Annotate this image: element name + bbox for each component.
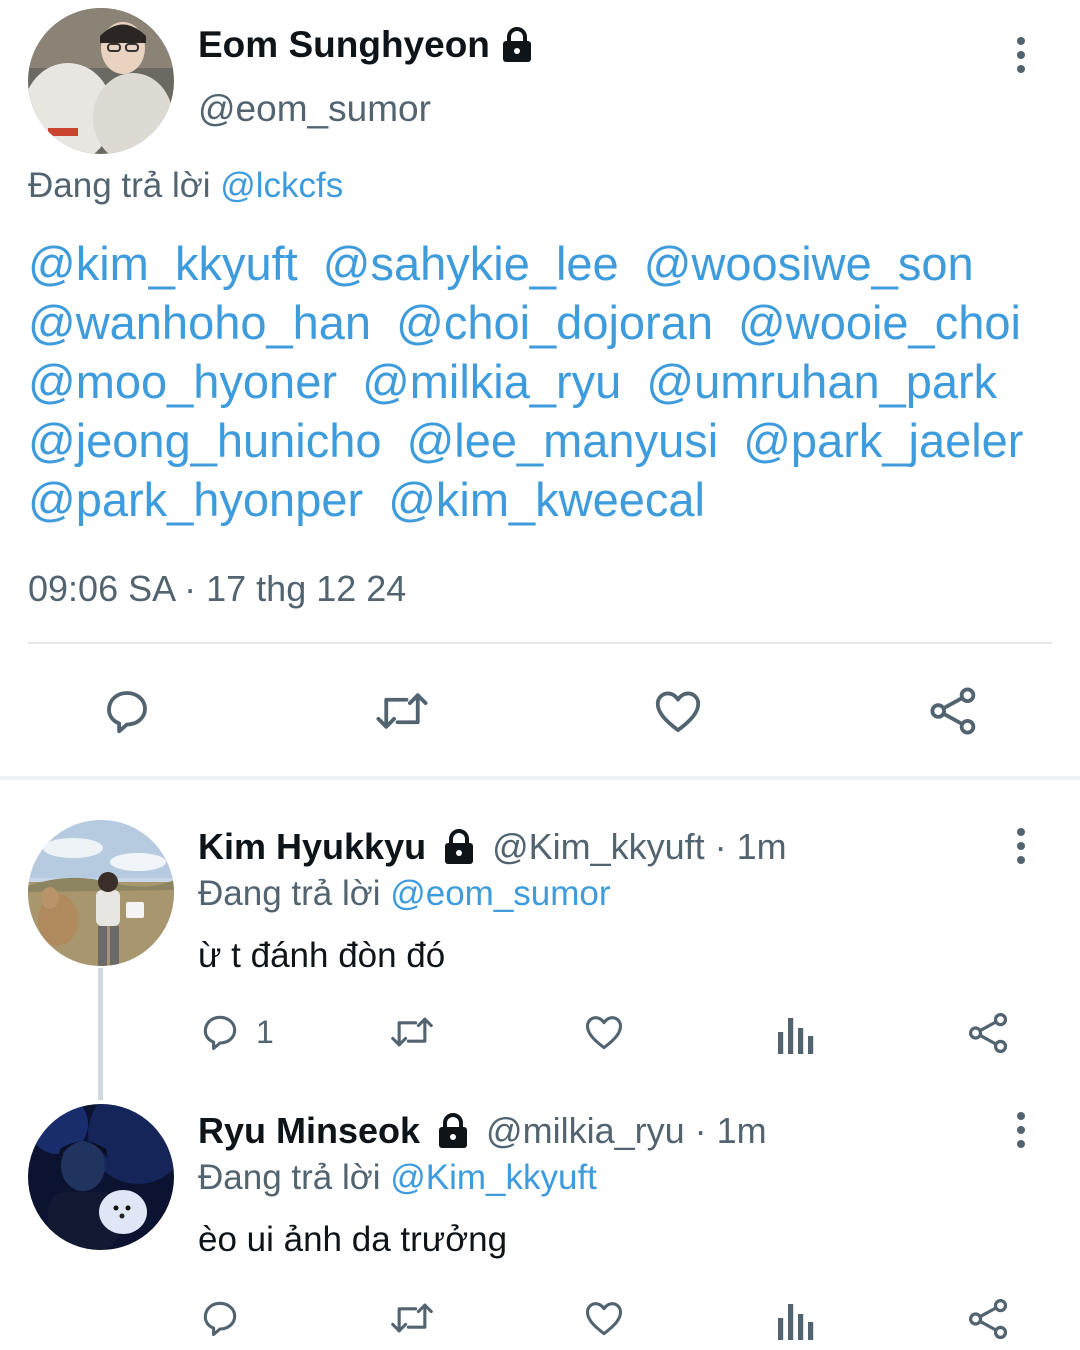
- mention-link[interactable]: @park_hyonper: [28, 473, 363, 526]
- mention-link[interactable]: @lee_manyusi: [407, 414, 719, 467]
- reply-time[interactable]: · 1m: [695, 1110, 767, 1152]
- mention-link[interactable]: @kim_kkyuft: [28, 237, 298, 290]
- mention-link[interactable]: @choi_dojoran: [396, 296, 713, 349]
- mention-link[interactable]: @woosiwe_son: [644, 237, 974, 290]
- mention-link[interactable]: @wanhoho_han: [28, 296, 371, 349]
- reply-text: èo ui ảnh da trưởng: [198, 1220, 508, 1259]
- more-options-icon[interactable]: [1006, 821, 1036, 871]
- avatar-kim-hyukkyu[interactable]: [28, 820, 174, 966]
- reply-text: ừ t đánh đòn đó: [198, 936, 446, 975]
- more-options-icon[interactable]: [1006, 30, 1036, 80]
- reply-author-handle[interactable]: @Kim_kkyuft: [492, 826, 705, 868]
- tweet-timestamp[interactable]: 09:06 SA · 17 thg 12 24: [28, 568, 406, 610]
- mention-link[interactable]: @jeong_hunicho: [28, 414, 382, 467]
- mention-link[interactable]: @kim_kweecal: [388, 473, 705, 526]
- mention-link[interactable]: @sahykie_lee: [323, 237, 619, 290]
- reply-icon[interactable]: 1: [198, 1010, 274, 1054]
- replying-prefix: Đang trả lời: [28, 166, 211, 205]
- reply-author-name[interactable]: Kim Hyukkyu: [198, 826, 426, 868]
- views-icon[interactable]: [776, 1298, 816, 1342]
- reply-author-name[interactable]: Ryu Minseok: [198, 1110, 420, 1152]
- mention-link[interactable]: @wooie_choi: [738, 296, 1021, 349]
- like-icon[interactable]: [582, 1010, 626, 1054]
- mention-link[interactable]: @park_jaeler: [743, 414, 1023, 467]
- reply-header: Kim Hyukkyu @Kim_kkyuft · 1m: [198, 826, 787, 868]
- retweet-icon[interactable]: [388, 1010, 436, 1054]
- lock-icon: [500, 27, 534, 63]
- views-icon[interactable]: [776, 1012, 816, 1056]
- replying-prefix: Đang trả lời: [198, 1158, 381, 1197]
- like-icon[interactable]: [650, 684, 706, 738]
- author-name[interactable]: Eom Sunghyeon: [198, 24, 534, 66]
- author-handle[interactable]: @eom_sumor: [198, 88, 431, 130]
- retweet-icon[interactable]: [388, 1296, 436, 1340]
- more-options-icon[interactable]: [1006, 1105, 1036, 1155]
- reply-author-handle[interactable]: @milkia_ryu: [486, 1110, 685, 1152]
- replying-to: Đang trả lời @Kim_kkyuft: [198, 1158, 597, 1198]
- reply-time[interactable]: · 1m: [715, 826, 787, 868]
- mention-link[interactable]: @umruhan_park: [646, 355, 997, 408]
- reply-icon[interactable]: [100, 684, 154, 738]
- tweet-body: @kim_kkyuft @sahykie_lee @woosiwe_son @w…: [28, 234, 1068, 529]
- replying-to-link[interactable]: @lckcfs: [220, 166, 343, 205]
- replying-prefix: Đang trả lời: [198, 874, 381, 913]
- retweet-icon[interactable]: [372, 684, 432, 738]
- reply-header: Ryu Minseok @milkia_ryu · 1m: [198, 1110, 767, 1152]
- share-icon[interactable]: [966, 1010, 1012, 1056]
- lock-icon: [440, 829, 478, 865]
- replying-to-link[interactable]: @Kim_kkyuft: [390, 1158, 597, 1197]
- reply-count: 1: [256, 1013, 274, 1050]
- tweet-actions: [0, 670, 1080, 752]
- share-icon[interactable]: [966, 1296, 1012, 1342]
- avatar-ryu-minseok[interactable]: [28, 1104, 174, 1250]
- divider: [28, 642, 1052, 644]
- replying-to: Đang trả lời @lckcfs: [28, 166, 343, 206]
- replying-to-link[interactable]: @eom_sumor: [390, 874, 610, 913]
- replying-to: Đang trả lời @eom_sumor: [198, 874, 611, 914]
- thread-connector: [98, 968, 103, 1100]
- mention-link[interactable]: @moo_hyoner: [28, 355, 337, 408]
- share-icon[interactable]: [926, 684, 982, 738]
- avatar-eom-sunghyeon[interactable]: [28, 8, 174, 154]
- like-icon[interactable]: [582, 1296, 626, 1340]
- mention-link[interactable]: @milkia_ryu: [362, 355, 621, 408]
- section-separator: [0, 776, 1080, 780]
- reply-icon[interactable]: [198, 1296, 242, 1340]
- lock-icon: [434, 1113, 472, 1149]
- author-name-text[interactable]: Eom Sunghyeon: [198, 24, 490, 66]
